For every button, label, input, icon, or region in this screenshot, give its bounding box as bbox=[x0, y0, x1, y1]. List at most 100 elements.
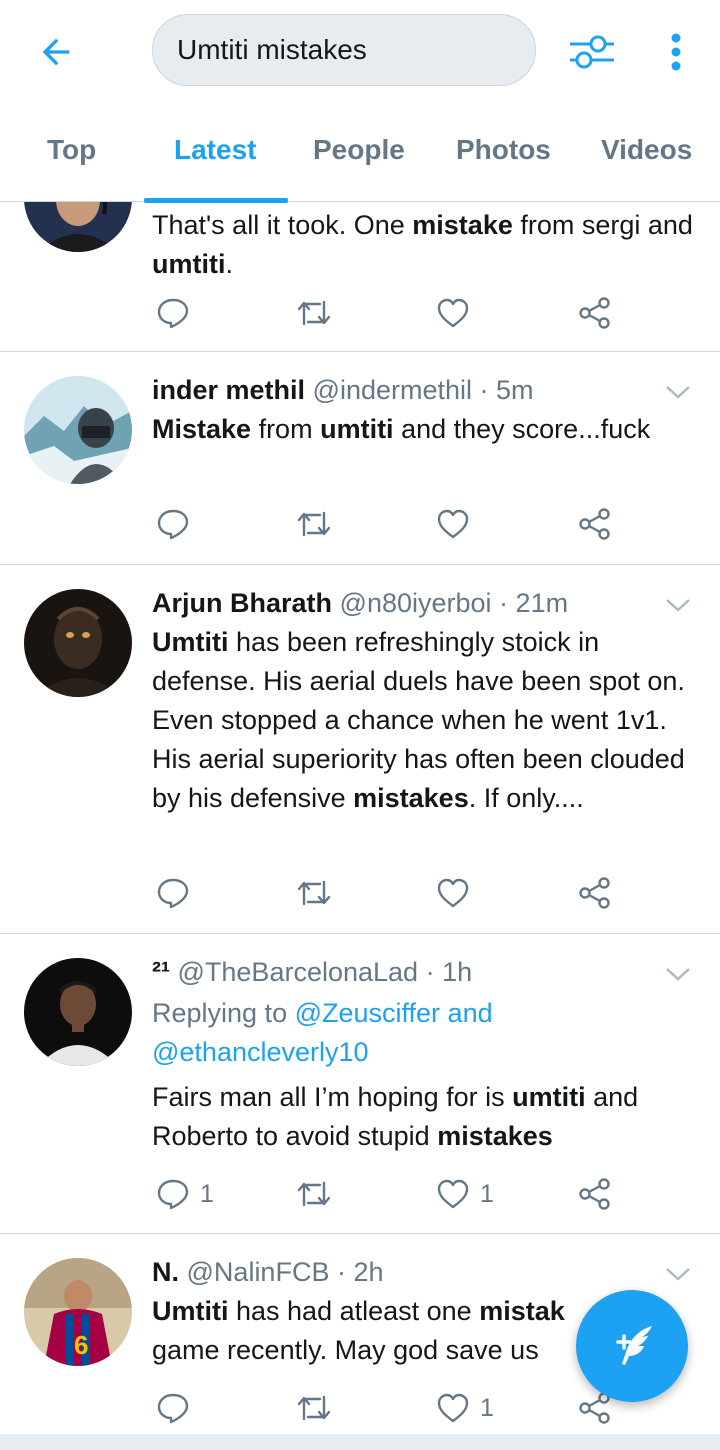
avatar[interactable] bbox=[24, 202, 132, 252]
replying-to: Replying to @Zeusciffer and @ethanclever… bbox=[152, 998, 493, 1067]
chevron-down-icon[interactable] bbox=[664, 1260, 692, 1288]
reply-button[interactable] bbox=[156, 504, 190, 544]
avatar[interactable] bbox=[24, 376, 132, 484]
retweet-icon bbox=[297, 300, 331, 326]
share-icon bbox=[579, 877, 610, 909]
back-button[interactable] bbox=[28, 24, 84, 80]
retweet-button[interactable] bbox=[296, 504, 332, 544]
tab-latest[interactable]: Latest bbox=[174, 134, 256, 166]
tweet-card[interactable]: That's all it took. One mistake from ser… bbox=[0, 202, 720, 352]
active-tab-indicator bbox=[144, 198, 288, 203]
chevron-down-icon[interactable] bbox=[664, 960, 692, 988]
search-filter-button[interactable] bbox=[566, 26, 618, 78]
share-button[interactable] bbox=[578, 293, 612, 333]
reply-button[interactable] bbox=[156, 1388, 190, 1428]
reply-icon bbox=[157, 298, 189, 329]
compose-tweet-button[interactable] bbox=[576, 1290, 688, 1402]
like-icon bbox=[437, 1179, 469, 1209]
like-button[interactable] bbox=[436, 873, 470, 913]
retweet-button[interactable] bbox=[296, 1174, 332, 1214]
search-input[interactable]: Umtiti mistakes bbox=[152, 14, 536, 86]
tweet-card[interactable]: Arjun Bharath @n80iyerboi · 21m Umtiti h… bbox=[0, 565, 720, 934]
share-button[interactable] bbox=[578, 504, 612, 544]
like-icon bbox=[437, 509, 469, 539]
retweet-button[interactable] bbox=[296, 293, 332, 333]
reply-button[interactable] bbox=[156, 873, 190, 913]
reply-button[interactable] bbox=[156, 293, 190, 333]
reply-icon bbox=[157, 1393, 189, 1424]
tweet-actions: 1 1 bbox=[152, 1174, 632, 1214]
avatar[interactable] bbox=[24, 589, 132, 697]
author-handle[interactable]: @n80iyerboi bbox=[340, 588, 492, 618]
svg-text:6: 6 bbox=[74, 1330, 88, 1360]
retweet-button[interactable] bbox=[296, 1388, 332, 1428]
tweet-actions bbox=[152, 293, 632, 333]
tweet-time: 5m bbox=[496, 375, 534, 405]
more-options-button[interactable] bbox=[656, 26, 696, 78]
like-count: 1 bbox=[480, 1179, 494, 1208]
tweet-header: inder methil @indermethil · 5m bbox=[152, 375, 534, 405]
share-button[interactable] bbox=[578, 1174, 612, 1214]
author-handle[interactable]: @TheBarcelonaLad bbox=[178, 957, 419, 987]
author-handle[interactable]: @NalinFCB bbox=[187, 1257, 330, 1287]
filter-icon bbox=[570, 35, 614, 69]
search-query-text: Umtiti mistakes bbox=[177, 34, 367, 65]
avatar[interactable] bbox=[24, 958, 132, 1066]
more-vert-icon bbox=[671, 33, 681, 71]
tweet-header: Arjun Bharath @n80iyerboi · 21m bbox=[152, 588, 569, 618]
retweet-icon bbox=[297, 880, 331, 906]
tweet-text: That's all it took. One mistake from ser… bbox=[152, 210, 693, 279]
tweet-time: 1h bbox=[442, 957, 473, 987]
like-icon bbox=[437, 298, 469, 328]
reply-icon bbox=[157, 509, 189, 540]
like-button[interactable]: 1 bbox=[436, 1174, 494, 1214]
tab-videos[interactable]: Videos bbox=[601, 134, 692, 166]
tweet-time: 21m bbox=[515, 588, 569, 618]
tab-photos[interactable]: Photos bbox=[456, 134, 551, 166]
compose-icon bbox=[616, 1326, 652, 1365]
back-arrow-icon bbox=[42, 38, 70, 66]
like-button[interactable] bbox=[436, 293, 470, 333]
reply-icon bbox=[157, 878, 189, 909]
share-button[interactable] bbox=[578, 873, 612, 913]
top-bar: Umtiti mistakes bbox=[0, 0, 720, 104]
tweet-actions bbox=[152, 873, 632, 913]
tab-people[interactable]: People bbox=[313, 134, 405, 166]
author-handle[interactable]: @indermethil bbox=[313, 375, 472, 405]
reply-count: 1 bbox=[200, 1179, 214, 1208]
reply-button[interactable]: 1 bbox=[156, 1174, 214, 1214]
bottom-divider bbox=[0, 1434, 720, 1450]
reply-icon bbox=[157, 1179, 189, 1210]
retweet-icon bbox=[297, 511, 331, 537]
author-name[interactable]: Arjun Bharath bbox=[152, 588, 332, 618]
tweet-header: ²¹ @TheBarcelonaLad · 1h bbox=[152, 957, 473, 987]
tweet-card[interactable]: inder methil @indermethil · 5m Mistake f… bbox=[0, 352, 720, 565]
tweet-text: Umtiti has been refreshingly stoick in d… bbox=[152, 627, 685, 813]
share-icon bbox=[579, 508, 610, 540]
tweet-actions: 1 bbox=[152, 1388, 632, 1428]
tweet-feed[interactable]: That's all it took. One mistake from ser… bbox=[0, 202, 720, 1434]
like-button[interactable] bbox=[436, 504, 470, 544]
tweet-actions bbox=[152, 504, 632, 544]
like-button[interactable]: 1 bbox=[436, 1388, 494, 1428]
tweet-header: N. @NalinFCB · 2h bbox=[152, 1257, 384, 1287]
chevron-down-icon[interactable] bbox=[664, 378, 692, 406]
avatar[interactable]: 6 bbox=[24, 1258, 132, 1366]
tweet-text: Mistake from umtiti and they score...fuc… bbox=[152, 414, 651, 444]
retweet-icon bbox=[297, 1395, 331, 1421]
retweet-button[interactable] bbox=[296, 873, 332, 913]
share-icon bbox=[579, 1178, 610, 1210]
chevron-down-icon[interactable] bbox=[664, 591, 692, 619]
tab-top[interactable]: Top bbox=[47, 134, 96, 166]
retweet-icon bbox=[297, 1181, 331, 1207]
search-tabs: Top Latest People Photos Videos bbox=[0, 104, 720, 203]
like-icon bbox=[437, 878, 469, 908]
tweet-card[interactable]: ²¹ @TheBarcelonaLad · 1h Replying to @Ze… bbox=[0, 934, 720, 1234]
author-name[interactable]: ²¹ bbox=[152, 957, 170, 987]
like-count: 1 bbox=[480, 1393, 494, 1422]
tweet-text: Fairs man all I’m hoping for is umtiti a… bbox=[152, 1082, 639, 1151]
like-icon bbox=[437, 1393, 469, 1423]
author-name[interactable]: inder methil bbox=[152, 375, 305, 405]
author-name[interactable]: N. bbox=[152, 1257, 179, 1287]
tweet-time: 2h bbox=[353, 1257, 384, 1287]
